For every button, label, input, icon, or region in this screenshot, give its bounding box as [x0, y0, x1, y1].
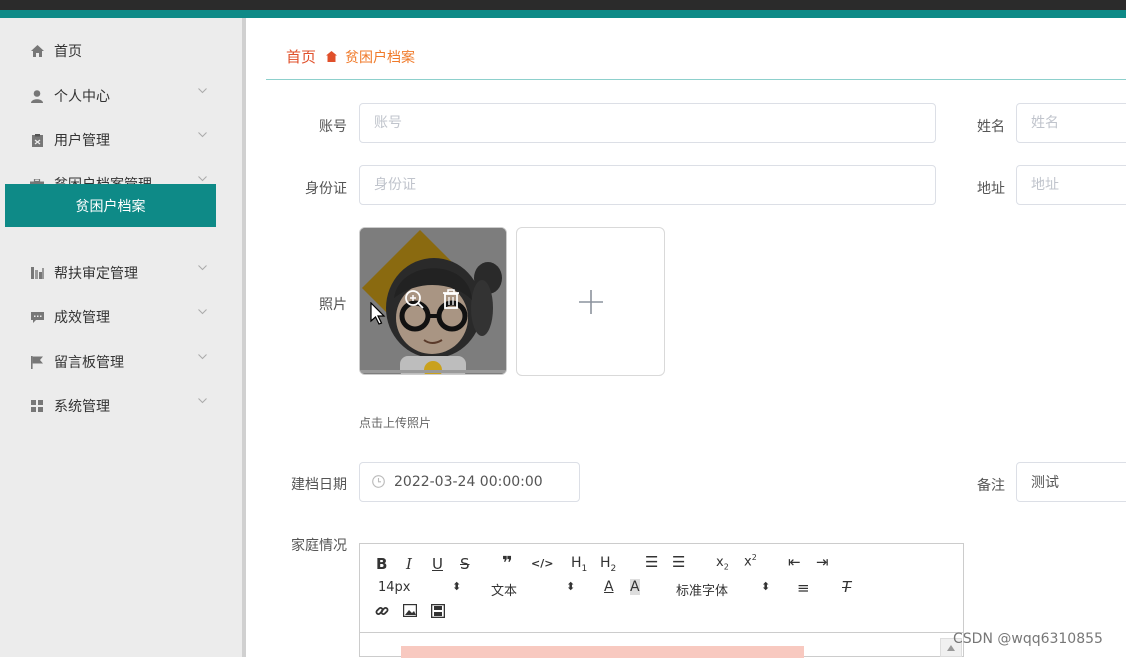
blockquote-icon[interactable]: ❞ [502, 553, 513, 574]
sidebar: 首页 个人中心 用户管理 贫困户档案管理 帮扶审定管理 成效管理 [0, 18, 242, 657]
idcard-label: 身份证 [305, 181, 347, 197]
name-input[interactable] [1016, 103, 1126, 143]
clear-format-icon[interactable]: T [842, 578, 851, 596]
outdent-icon[interactable]: ⇤ [788, 553, 801, 571]
sidebar-divider [242, 18, 246, 657]
address-label: 地址 [977, 181, 1005, 197]
sidebar-item-system-management[interactable]: 系统管理 [0, 384, 242, 428]
code-icon[interactable]: </> [531, 557, 553, 570]
family-label: 家庭情况 [291, 538, 347, 554]
window-top-strip [0, 0, 1126, 10]
date-value: 2022-03-24 00:00:00 [394, 474, 543, 490]
address-input[interactable] [1016, 165, 1126, 205]
breadcrumb: 首页 贫困户档案 [286, 46, 415, 67]
bullet-list-icon[interactable]: ☰ [672, 553, 685, 571]
sidebar-item-personal-center[interactable]: 个人中心 [0, 74, 242, 118]
flag-icon [29, 354, 45, 370]
zoom-in-icon[interactable] [404, 289, 424, 313]
archive-date-picker[interactable]: 2022-03-24 00:00:00 [359, 462, 580, 502]
bold-icon[interactable]: B [376, 555, 387, 573]
image-icon[interactable] [402, 603, 418, 621]
heading1-icon[interactable]: H1 [571, 555, 587, 574]
sidebar-item-label: 成效管理 [54, 310, 110, 326]
sidebar-item-home[interactable]: 首页 [0, 29, 242, 73]
breadcrumb-divider [266, 79, 1126, 80]
chevron-down-icon [198, 309, 207, 317]
editor-toolbar: B I U S ❞ </> H1 H2 ☰ ☰ x2 x2 ⇤ ⇥ 14px ⬍… [360, 544, 963, 633]
clock-icon [372, 475, 386, 489]
align-icon[interactable]: ≡ [797, 579, 810, 597]
editor-content[interactable] [401, 646, 804, 658]
sidebar-item-assistance-review[interactable]: 帮扶审定管理 [0, 251, 242, 295]
breadcrumb-home[interactable]: 首页 [286, 46, 316, 67]
chevron-down-icon [198, 176, 207, 184]
home-icon [326, 51, 338, 62]
chevron-updown-icon: ⬍ [566, 580, 576, 593]
strike-icon[interactable]: S [460, 555, 470, 573]
sidebar-subitem-poverty-archive[interactable]: 贫困户档案 [5, 184, 216, 227]
sidebar-item-user-management[interactable]: 用户管理 [0, 118, 242, 162]
underline-icon[interactable]: U [432, 555, 443, 573]
chevron-down-icon [198, 398, 207, 406]
superscript-icon[interactable]: x2 [744, 553, 757, 569]
subscript-icon[interactable]: x2 [716, 555, 729, 572]
video-icon[interactable] [430, 603, 446, 622]
sidebar-item-label: 帮扶审定管理 [54, 266, 138, 282]
breadcrumb-current: 贫困户档案 [345, 49, 416, 66]
chevron-down-icon [198, 132, 207, 140]
grid-icon [29, 398, 45, 414]
indent-icon[interactable]: ⇥ [816, 553, 829, 571]
bar-chart-icon [29, 265, 45, 281]
font-color-icon[interactable]: A [604, 579, 614, 595]
account-label: 账号 [319, 119, 347, 135]
sidebar-item-label: 首页 [54, 44, 82, 60]
chevron-updown-icon: ⬍ [761, 580, 771, 593]
home-icon [29, 43, 45, 59]
remark-input[interactable]: 测试 [1016, 462, 1126, 502]
font-size-select[interactable]: 14px [378, 580, 411, 595]
watermark: CSDN @wqq6310855 [953, 631, 1103, 647]
name-label: 姓名 [977, 119, 1005, 135]
header-bar [0, 10, 1126, 18]
account-input[interactable] [359, 103, 936, 143]
chat-icon [29, 309, 45, 325]
photo-upload-button[interactable] [516, 227, 665, 376]
mouse-cursor-icon [370, 301, 386, 330]
plus-icon [578, 289, 603, 314]
font-family-select[interactable]: 标准字体 [676, 580, 728, 599]
sidebar-item-results-management[interactable]: 成效管理 [0, 295, 242, 339]
link-icon[interactable] [375, 604, 389, 622]
uploaded-photo-thumbnail[interactable] [359, 227, 507, 375]
heading2-icon[interactable]: H2 [600, 555, 616, 574]
chevron-down-icon [198, 88, 207, 96]
block-type-select[interactable]: 文本 [491, 580, 517, 599]
user-icon [29, 88, 45, 104]
italic-icon[interactable]: I [406, 555, 412, 573]
chevron-down-icon [198, 354, 207, 362]
chevron-updown-icon: ⬍ [452, 580, 462, 593]
sidebar-item-message-board[interactable]: 留言板管理 [0, 340, 242, 384]
sidebar-item-label: 用户管理 [54, 133, 110, 149]
remark-label: 备注 [977, 478, 1005, 494]
clipboard-icon [29, 132, 45, 148]
ordered-list-icon[interactable]: ☰ [645, 553, 658, 571]
sidebar-item-label: 个人中心 [54, 89, 110, 105]
photo-label: 照片 [319, 297, 347, 313]
sidebar-item-label: 留言板管理 [54, 355, 124, 371]
date-label: 建档日期 [291, 477, 347, 493]
upload-hint: 点击上传照片 [359, 416, 432, 430]
idcard-input[interactable] [359, 165, 936, 205]
sidebar-item-label: 系统管理 [54, 399, 110, 415]
background-color-icon[interactable]: A [630, 579, 640, 595]
chevron-down-icon [198, 265, 207, 273]
rich-text-editor[interactable]: B I U S ❞ </> H1 H2 ☰ ☰ x2 x2 ⇤ ⇥ 14px ⬍… [359, 543, 964, 658]
delete-icon[interactable] [442, 289, 460, 313]
